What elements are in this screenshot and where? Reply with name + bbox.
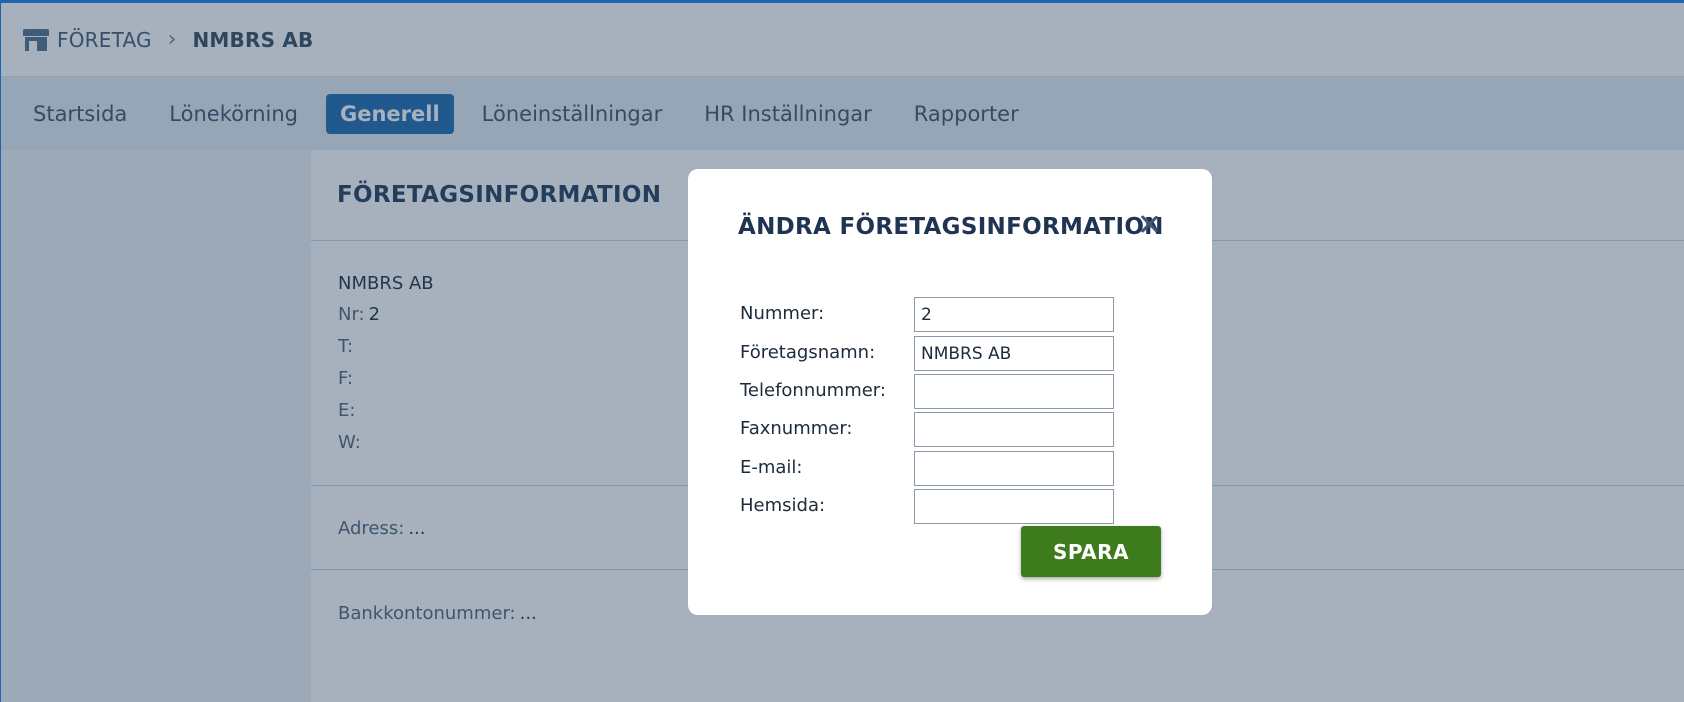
save-button[interactable]: SPARA — [1021, 526, 1161, 577]
fax-input[interactable] — [914, 412, 1114, 447]
phone-input[interactable] — [914, 374, 1114, 409]
field-row-telefon: Telefonnummer: — [740, 374, 1140, 409]
field-label-foretagsnamn: Företagsnamn: — [740, 342, 876, 363]
field-label-fax: Faxnummer: — [740, 418, 853, 439]
nummer-input[interactable] — [914, 297, 1114, 332]
company-name-input[interactable] — [914, 336, 1114, 371]
field-row-hemsida: Hemsida: — [740, 489, 1140, 524]
page: FÖRETAG › NMBRS AB Startsida Lönekörning… — [0, 0, 1684, 702]
field-row-email: E-mail: — [740, 451, 1140, 486]
field-label-telefon: Telefonnummer: — [740, 380, 886, 401]
website-input[interactable] — [914, 489, 1114, 524]
email-input[interactable] — [914, 451, 1114, 486]
field-label-email: E-mail: — [740, 457, 803, 478]
field-row-nummer: Nummer: — [740, 297, 1140, 332]
dialog-title: ÄNDRA FÖRETAGSINFORMATION — [738, 214, 1164, 240]
field-row-foretagsnamn: Företagsnamn: — [740, 336, 1140, 371]
field-label-nummer: Nummer: — [740, 303, 825, 324]
edit-company-dialog: ÄNDRA FÖRETAGSINFORMATION Nummer: Företa… — [688, 169, 1212, 615]
field-label-hemsida: Hemsida: — [740, 495, 826, 516]
close-icon[interactable] — [1136, 211, 1162, 237]
field-row-fax: Faxnummer: — [740, 412, 1140, 447]
